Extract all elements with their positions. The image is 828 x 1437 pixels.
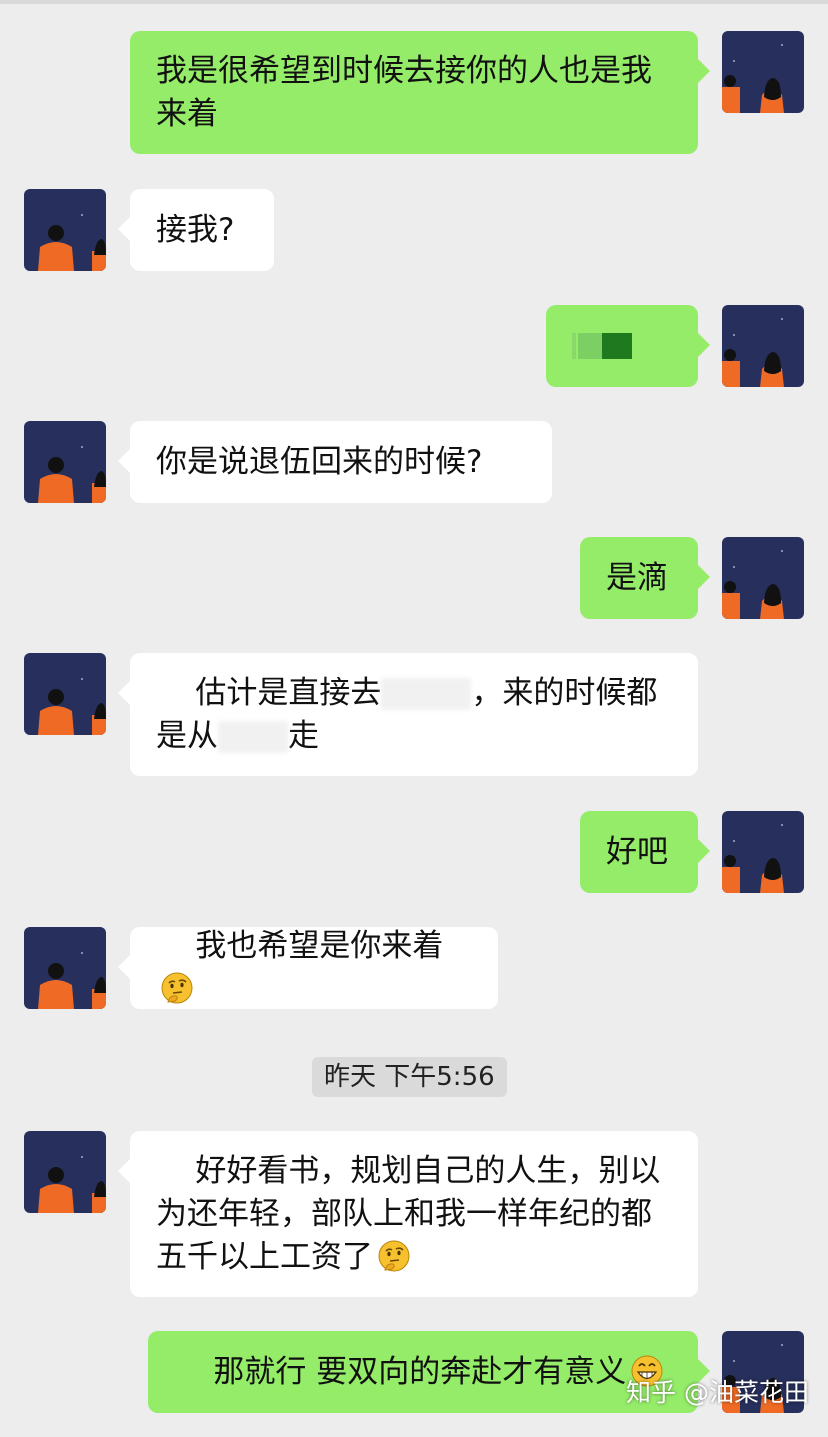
message-text: 是滴 <box>606 559 668 596</box>
redacted-content <box>572 333 632 359</box>
message-text: 那就行 要双向的奔赴才有意义 <box>174 1308 664 1437</box>
redacted-patch <box>381 678 472 710</box>
avatar-self[interactable] <box>722 537 804 619</box>
avatar-other-image <box>24 927 106 1009</box>
avatar-other[interactable] <box>24 1131 106 1213</box>
message-text-part: 我也希望是你来着 <box>195 928 444 964</box>
avatar-other[interactable] <box>24 927 106 1009</box>
top-divider <box>0 0 828 4</box>
avatar-other-image <box>24 421 106 503</box>
avatar-self-image <box>722 811 804 893</box>
chat-timestamp: 昨天 下午5:56 <box>312 1057 507 1097</box>
thinking-face-icon <box>378 1240 410 1271</box>
avatar-other-image <box>24 189 106 271</box>
avatar-self-image <box>722 305 804 387</box>
message-bubble-other[interactable]: 接我? <box>118 189 274 271</box>
avatar-other[interactable] <box>24 421 106 503</box>
thinking-face-icon <box>161 972 193 1004</box>
message-bubble-self[interactable]: 是滴 <box>580 537 710 619</box>
message-bubble-other[interactable]: 估计是直接去 ，来的时候都是从走 <box>118 653 698 776</box>
message-text: 接我? <box>156 211 235 248</box>
avatar-self-image <box>722 537 804 619</box>
avatar-self[interactable] <box>722 31 804 113</box>
zhihu-watermark: 知乎 @油菜花田 <box>626 1378 809 1407</box>
message-bubble-other[interactable]: 好好看书，规划自己的人生，别以为还年轻，部队上和我一样年纪的都五千以上工资了 <box>118 1131 698 1297</box>
avatar-self-image <box>722 31 804 113</box>
message-bubble-self[interactable]: 那就行 要双向的奔赴才有意义 <box>148 1331 710 1413</box>
message-text: 好好看书，规划自己的人生，别以为还年轻，部队上和我一样年纪的都五千以上工资了 <box>156 1107 672 1322</box>
message-text-part: 估计是直接去 <box>195 674 382 711</box>
message-text: 好吧 <box>606 833 668 870</box>
message-bubble-self[interactable]: 好吧 <box>580 811 710 893</box>
avatar-self[interactable] <box>722 811 804 893</box>
message-text: 你是说退伍回来的时候? <box>156 443 483 480</box>
message-text-part: 走 <box>288 717 319 754</box>
message-text: 我是很希望到时候去接你的人也是我来着 <box>156 52 652 132</box>
avatar-other-image <box>24 653 106 735</box>
avatar-other-image <box>24 1131 106 1213</box>
message-bubble-other[interactable]: 你是说退伍回来的时候? <box>118 421 552 503</box>
message-text-part: 那就行 要双向的奔赴才有意义 <box>213 1353 627 1390</box>
message-bubble-self-redacted[interactable] <box>546 305 710 387</box>
redacted-patch <box>218 721 288 753</box>
avatar-other[interactable] <box>24 653 106 735</box>
message-text: 我也希望是你来着 <box>156 882 472 1054</box>
avatar-other[interactable] <box>24 189 106 271</box>
avatar-self[interactable] <box>722 305 804 387</box>
message-bubble-other[interactable]: 我也希望是你来着 <box>118 927 498 1009</box>
message-bubble-self[interactable]: 我是很希望到时候去接你的人也是我来着 <box>130 31 710 154</box>
message-text: 估计是直接去 ，来的时候都是从走 <box>156 629 672 801</box>
